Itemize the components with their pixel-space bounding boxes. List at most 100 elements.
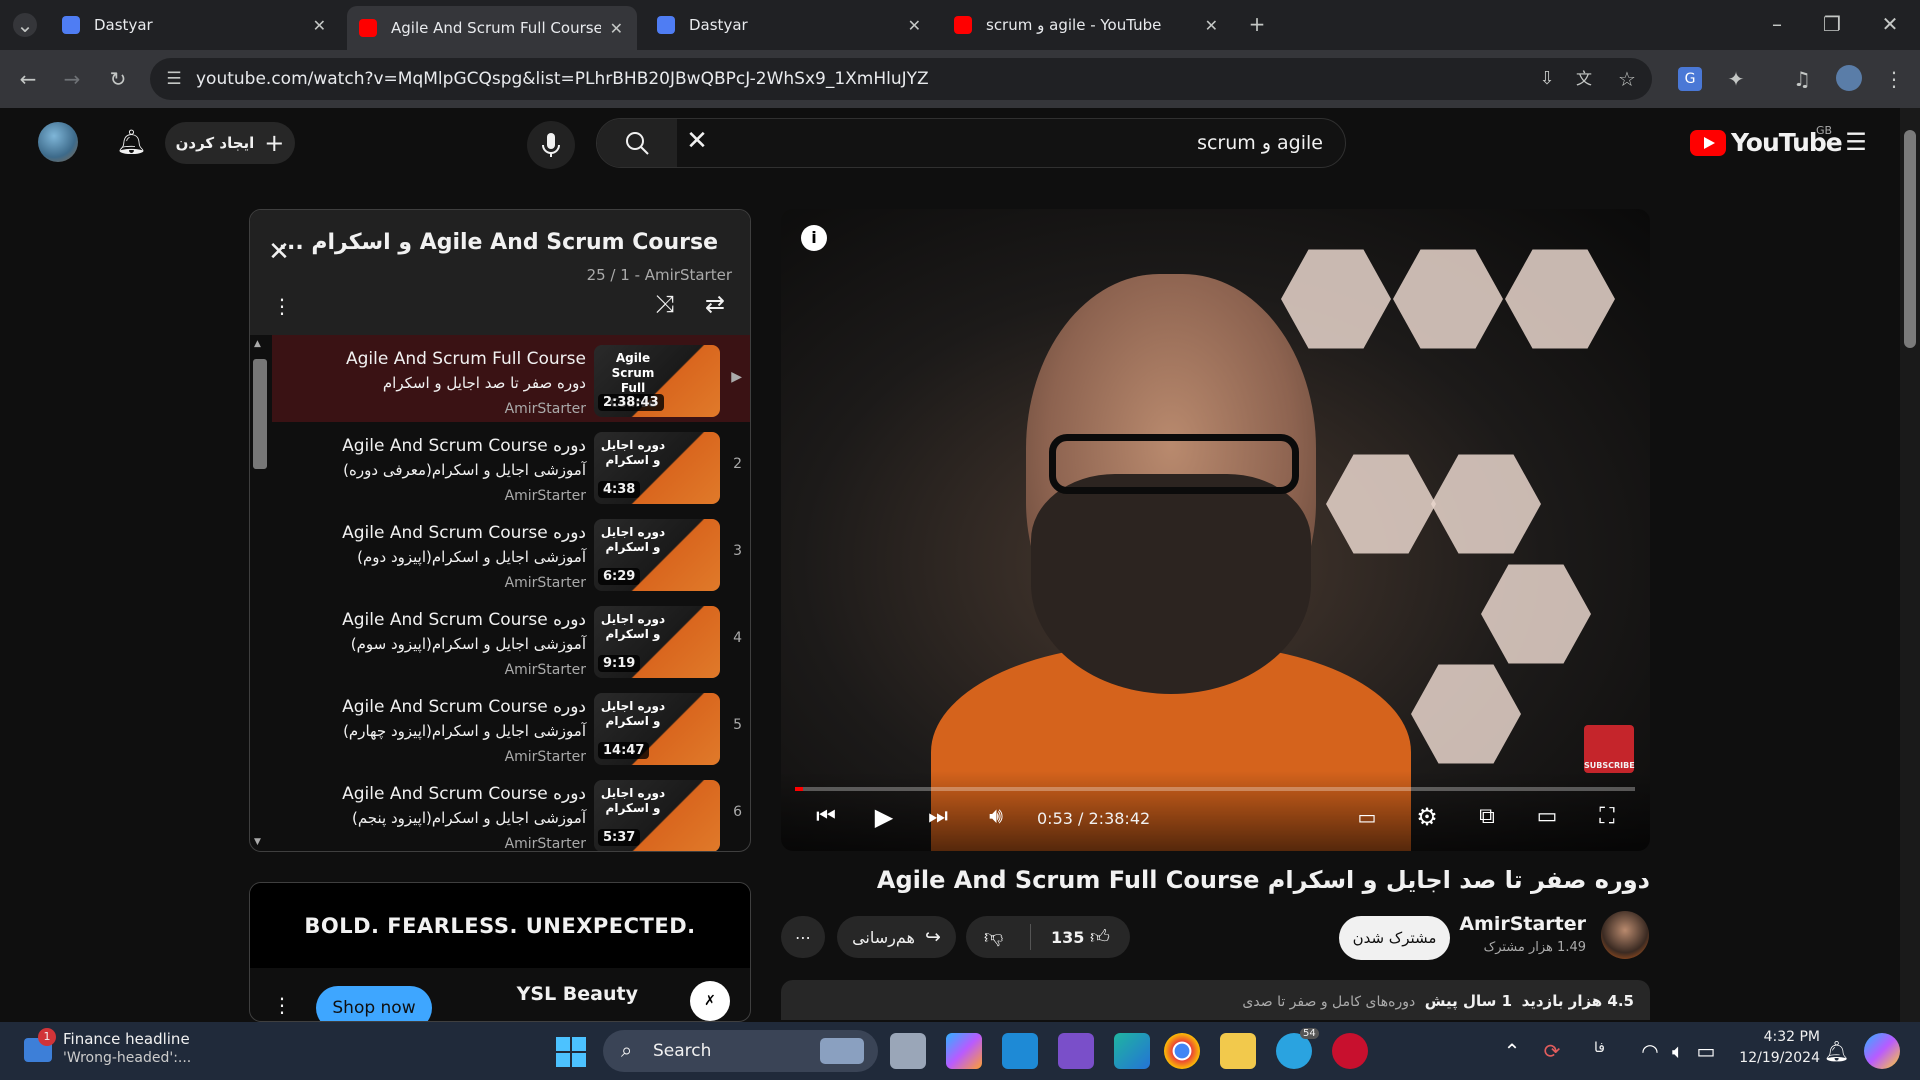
ad-more-icon[interactable]: ⋮ [270, 993, 294, 1017]
account-avatar[interactable] [38, 122, 78, 162]
like-count[interactable]: 135 [1051, 928, 1084, 947]
translate-icon[interactable]: 文 [1572, 67, 1596, 91]
playlist-item[interactable]: Agile And Scrum Course دوره آموزشی اجایل … [272, 596, 750, 683]
tab-youtube-search[interactable]: scrum و agile - YouTube ✕ [942, 8, 1232, 42]
voice-search-button[interactable] [527, 121, 575, 169]
share-button[interactable]: هم‌رسانی ↪ [837, 916, 956, 958]
next-icon[interactable]: ⏭ [923, 805, 953, 829]
news-subtitle[interactable]: 'Wrong-headed':... [63, 1050, 191, 1066]
search-box[interactable]: ✕ scrum و agile [596, 118, 1346, 168]
play-icon[interactable]: ▶ [869, 805, 899, 829]
window-close-icon[interactable]: ✕ [1878, 12, 1902, 36]
previous-icon[interactable]: ⏮ [811, 805, 841, 829]
news-title[interactable]: Finance headline [63, 1030, 190, 1048]
playlist-item[interactable]: Agile And Scrum Full Course دوره صفر تا ص… [272, 335, 750, 422]
subscribe-button[interactable]: مشترک شدن [1339, 916, 1450, 960]
close-icon[interactable]: ✕ [313, 16, 326, 35]
vscode-icon[interactable] [1002, 1033, 1038, 1069]
tab-youtube-course[interactable]: Agile And Scrum Full Course و اسکرام ✕ [347, 6, 637, 50]
playlist-more-icon[interactable]: ⋮ [270, 294, 294, 318]
channel-name[interactable]: AmirStarter [1459, 913, 1586, 935]
restore-icon[interactable]: ❐ [1820, 12, 1844, 36]
youtube-logo-icon[interactable] [1690, 130, 1726, 156]
tray-chevron-icon[interactable]: ⌃ [1500, 1039, 1524, 1063]
task-view-icon[interactable] [890, 1033, 926, 1069]
progress-bar[interactable] [795, 787, 1635, 791]
fullscreen-icon[interactable]: ⛶ [1592, 805, 1622, 829]
playlist-item[interactable]: Agile And Scrum Course دوره آموزشی اجایل … [272, 509, 750, 596]
close-icon[interactable]: ✕ [908, 16, 921, 35]
like-icon[interactable]: 👍︎ [1090, 926, 1110, 949]
minimize-icon[interactable]: – [1765, 12, 1789, 36]
ad-banner[interactable]: BOLD. FEARLESS. UNEXPECTED. [250, 883, 750, 968]
video-player[interactable]: i SUBSCRIBE ⏮ ▶ ⏭ 🔊︎ 0:53 / 2:38:42 ▭ ⚙ … [781, 209, 1650, 851]
wifi-icon[interactable]: ◠ [1638, 1039, 1662, 1063]
taskbar-search[interactable]: ⌕ Search [603, 1030, 878, 1072]
clock-time[interactable]: 4:32 PM [1740, 1029, 1820, 1045]
search-button[interactable] [597, 119, 677, 167]
install-app-icon[interactable]: ⇩ [1535, 67, 1559, 91]
playlist-item[interactable]: Agile And Scrum Course دوره آموزشی اجایل … [272, 770, 750, 851]
create-button[interactable]: ایجاد کردن + [165, 122, 295, 164]
theater-mode-icon[interactable]: ▭ [1532, 805, 1562, 829]
playlist-scrollbar[interactable]: ▲ ▼ [250, 335, 270, 851]
address-bar[interactable]: ☰ youtube.com/watch?v=MqMlpGCQspg&list=P… [150, 58, 1652, 100]
subscribe-watermark[interactable]: SUBSCRIBE [1584, 725, 1635, 773]
settings-gear-icon[interactable]: ⚙ [1412, 805, 1442, 829]
close-icon[interactable]: ✕ [610, 19, 623, 38]
close-icon[interactable]: ✕ [1205, 16, 1218, 35]
clear-search-icon[interactable]: ✕ [683, 128, 711, 154]
guide-menu-icon[interactable]: ☰ [1842, 130, 1870, 154]
new-tab-plus-icon[interactable]: + [1245, 12, 1269, 36]
windows-start-icon[interactable] [556, 1037, 586, 1067]
tab-dastyar-1[interactable]: Dastyar ✕ [50, 8, 340, 42]
playlist-item[interactable]: Agile And Scrum Course دوره آموزشی اجایل … [272, 422, 750, 509]
info-icon[interactable]: i [801, 225, 827, 251]
chrome-menu-icon[interactable]: ⋮ [1882, 67, 1906, 91]
back-icon[interactable]: ← [16, 67, 40, 91]
captions-icon[interactable]: ▭ [1352, 805, 1382, 829]
search-input[interactable]: scrum و agile [1197, 132, 1323, 154]
scroll-up-icon[interactable]: ▲ [254, 339, 261, 349]
reload-icon[interactable]: ↻ [106, 67, 130, 91]
tab-search-icon[interactable]: ⌄ [13, 13, 37, 37]
sync-icon[interactable]: ⟳ [1540, 1039, 1564, 1063]
media-controls-icon[interactable]: ♫ [1790, 67, 1814, 91]
loop-icon[interactable]: ⇄ [700, 292, 730, 316]
copilot-icon[interactable] [946, 1033, 982, 1069]
shuffle-icon[interactable]: ⤨ [650, 292, 680, 316]
forward-icon[interactable]: → [60, 67, 84, 91]
channel-avatar[interactable] [1601, 911, 1649, 959]
scroll-down-icon[interactable]: ▼ [254, 837, 261, 847]
volume-tray-icon[interactable]: 🔈︎ [1666, 1039, 1690, 1063]
chrome-icon[interactable] [1164, 1033, 1200, 1069]
notification-bell-icon[interactable]: 🔔︎ [1824, 1039, 1849, 1063]
playlist-scroll-thumb[interactable] [253, 359, 267, 469]
clock-date[interactable]: 12/19/2024 [1736, 1050, 1820, 1066]
language-indicator[interactable]: فا [1594, 1040, 1605, 1056]
vivaldi-icon[interactable] [1332, 1033, 1368, 1069]
page-scrollbar[interactable] [1900, 108, 1920, 1022]
file-explorer-icon[interactable] [1220, 1033, 1256, 1069]
advertiser-name[interactable]: YSL Beauty [517, 983, 638, 1005]
battery-icon[interactable]: ▭ [1694, 1039, 1718, 1063]
extensions-puzzle-icon[interactable]: ✦ [1724, 67, 1748, 91]
bookmark-star-icon[interactable]: ☆ [1615, 67, 1639, 91]
translate-extension-icon[interactable]: G [1678, 67, 1702, 91]
notifications-bell-icon[interactable]: 🔔︎ [116, 130, 146, 154]
shop-now-button[interactable]: Shop now [316, 986, 432, 1021]
playlist-title[interactable]: Agile And Scrum Course و اسکرام ... [279, 230, 718, 255]
miniplayer-icon[interactable]: ⧉ [1472, 805, 1502, 829]
site-info-icon[interactable]: ☰ [162, 67, 186, 91]
scrollbar-thumb[interactable] [1904, 130, 1916, 348]
more-actions-icon[interactable]: ⋯ [781, 916, 825, 958]
url-text[interactable]: youtube.com/watch?v=MqMlpGCQspg&list=PLh… [196, 69, 929, 89]
playlist-item[interactable]: Agile And Scrum Course دوره آموزشی اجایل … [272, 683, 750, 770]
tab-dastyar-2[interactable]: Dastyar ✕ [645, 8, 935, 42]
playlist-meta[interactable]: 25 / 1 - AmirStarter [587, 266, 732, 284]
edge-icon[interactable] [1114, 1033, 1150, 1069]
volume-icon[interactable]: 🔊︎ [981, 805, 1011, 829]
description-box[interactable]: 4.5 هزار بازدید 1 سال پیش دوره‌های کامل … [781, 980, 1650, 1020]
visual-studio-icon[interactable] [1058, 1033, 1094, 1069]
copilot-tray-icon[interactable] [1864, 1033, 1900, 1069]
